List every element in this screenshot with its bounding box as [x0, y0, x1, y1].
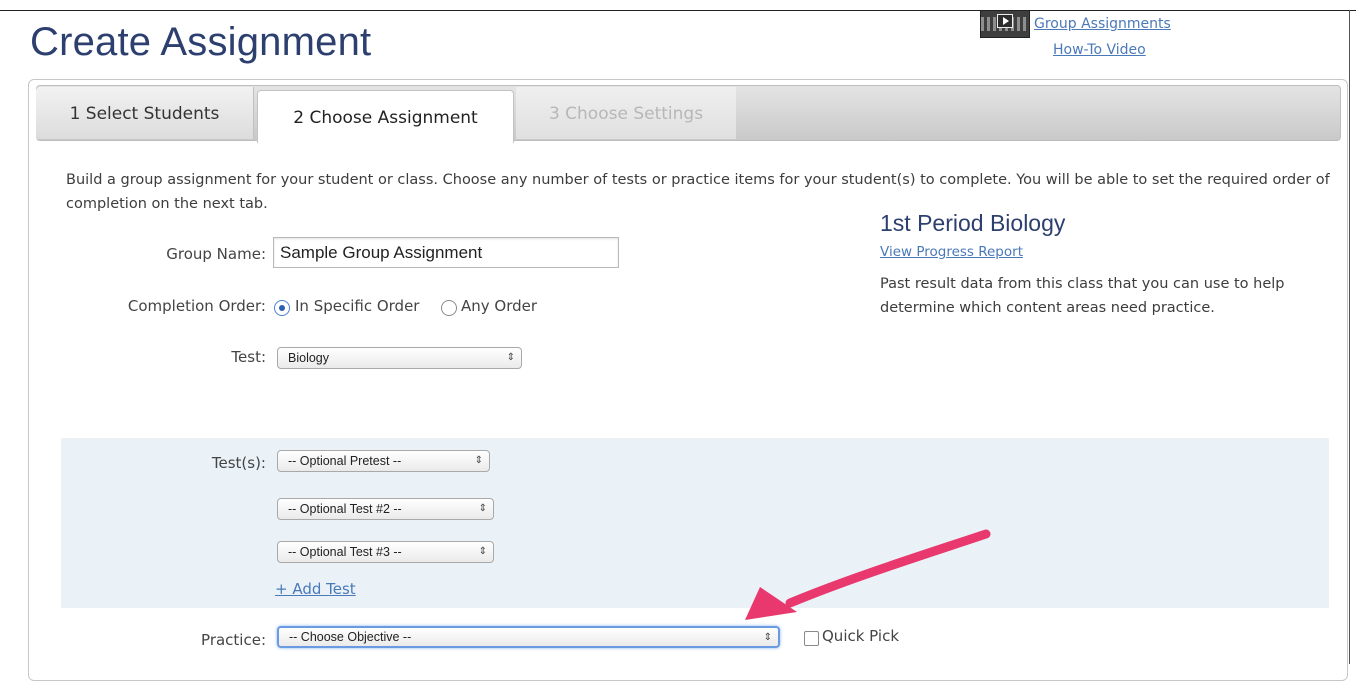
video-thumbnail-icon[interactable]	[980, 10, 1030, 38]
practice-objective-select[interactable]: -- Choose Objective -- ⇕	[277, 626, 780, 648]
test-select-value: Biology	[288, 351, 329, 365]
radio-in-specific-order[interactable]	[274, 300, 290, 316]
optional-test-2-select[interactable]: -- Optional Test #2 -- ⇕	[277, 498, 494, 520]
quick-pick-checkbox[interactable]	[804, 631, 819, 646]
tab-choose-settings: 3 Choose Settings	[516, 87, 736, 139]
top-border	[0, 10, 1356, 11]
updown-arrows-icon: ⇕	[478, 503, 487, 514]
view-progress-report-link[interactable]: View Progress Report	[880, 244, 1023, 260]
class-title: 1st Period Biology	[880, 210, 1066, 236]
optional-pretest-value: -- Optional Pretest --	[288, 454, 402, 468]
optional-test-3-value: -- Optional Test #3 --	[288, 545, 402, 559]
optional-pretest-select[interactable]: -- Optional Pretest -- ⇕	[277, 450, 490, 472]
class-description: Past result data from this class that yo…	[880, 276, 1285, 316]
quick-pick-label[interactable]: Quick Pick	[822, 627, 899, 645]
test-select[interactable]: Biology ⇕	[277, 347, 522, 369]
radio-any-order[interactable]	[441, 300, 457, 316]
page-title: Create Assignment	[30, 20, 372, 64]
updown-arrows-icon: ⇕	[478, 546, 487, 557]
practice-select-value: -- Choose Objective --	[289, 630, 412, 644]
instructions-text: Build a group assignment for your studen…	[66, 172, 1330, 212]
radio-label-in-specific-order[interactable]: In Specific Order	[295, 297, 419, 315]
right-border	[1349, 10, 1350, 664]
tab-select-students[interactable]: 1 Select Students	[36, 87, 254, 139]
add-test-link[interactable]: + Add Test	[275, 580, 356, 598]
how-to-video-link[interactable]: How-To Video	[1053, 42, 1146, 58]
tests-label: Test(s):	[211, 454, 266, 472]
completion-order-label: Completion Order:	[127, 297, 266, 315]
play-icon[interactable]	[997, 14, 1013, 28]
group-name-label: Group Name:	[166, 245, 266, 263]
radio-label-any-order[interactable]: Any Order	[461, 297, 537, 315]
test-label: Test:	[231, 348, 266, 366]
practice-label: Practice:	[201, 631, 266, 649]
updown-arrows-icon: ⇕	[763, 632, 772, 643]
optional-test-3-select[interactable]: -- Optional Test #3 -- ⇕	[277, 541, 494, 563]
group-assignments-video-link[interactable]: Group Assignments	[1034, 16, 1171, 32]
tab-choose-assignment[interactable]: 2 Choose Assignment	[257, 90, 514, 143]
updown-arrows-icon: ⇕	[506, 352, 515, 363]
updown-arrows-icon: ⇕	[474, 455, 483, 466]
optional-test-2-value: -- Optional Test #2 --	[288, 502, 402, 516]
group-name-input[interactable]	[273, 237, 619, 268]
